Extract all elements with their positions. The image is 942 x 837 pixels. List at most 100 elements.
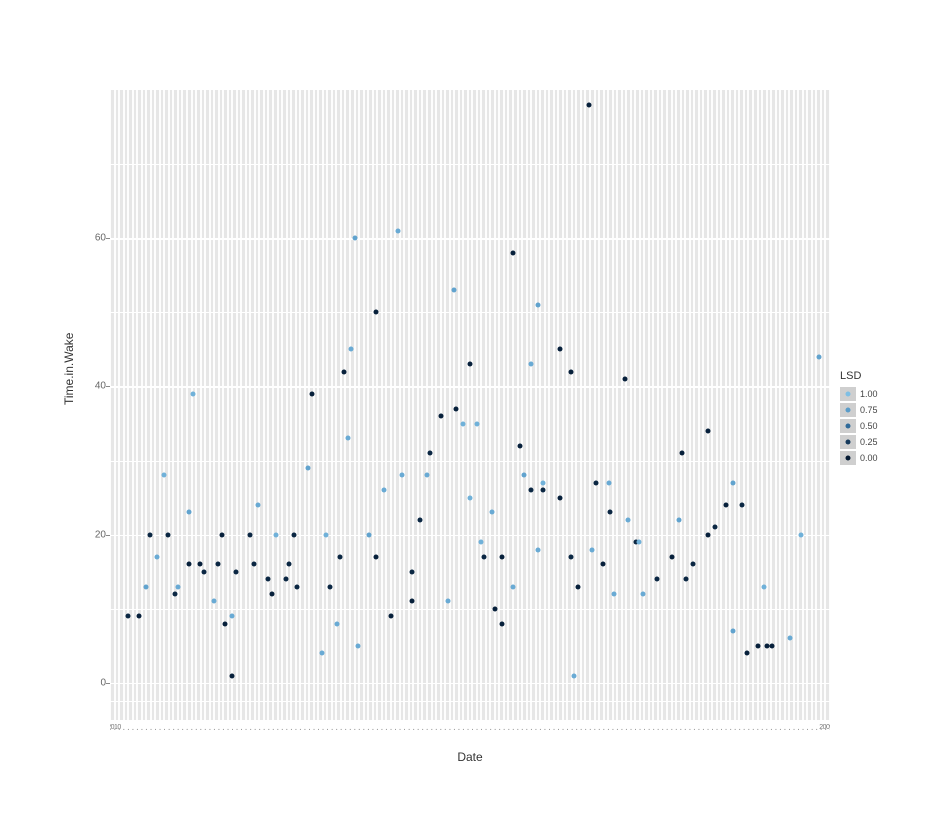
- data-point: [680, 451, 685, 456]
- x-tick-mark: ·: [466, 724, 469, 735]
- v-gridline: [747, 90, 749, 720]
- x-tick-mark: ·: [430, 724, 433, 735]
- x-tick-mark: ·: [240, 724, 243, 735]
- v-gridline: [634, 90, 636, 720]
- v-gridline: [326, 90, 328, 720]
- x-tick-mark: ·: [598, 724, 601, 735]
- v-gridline: [548, 90, 550, 720]
- v-gridline: [671, 90, 673, 720]
- data-point: [500, 554, 505, 559]
- v-gridline: [652, 90, 654, 720]
- plot-area: [110, 90, 830, 720]
- x-tick-mark: ·: [299, 724, 302, 735]
- data-point: [475, 421, 480, 426]
- data-point: [284, 577, 289, 582]
- legend-label: 0.75: [860, 405, 878, 415]
- data-point: [424, 473, 429, 478]
- x-tick-mark: ·: [326, 724, 329, 735]
- v-gridline: [553, 90, 555, 720]
- x-tick-strip: ········································…: [110, 724, 830, 738]
- data-point: [219, 532, 224, 537]
- legend-row: 0.75: [840, 402, 895, 418]
- x-tick-mark: ·: [738, 724, 741, 735]
- x-tick-mark: ·: [675, 724, 678, 735]
- x-tick-mark: ·: [484, 724, 487, 735]
- y-tick-mark: [106, 386, 110, 387]
- x-tick-mark: ·: [747, 724, 750, 735]
- v-gridline: [163, 90, 165, 720]
- data-point: [266, 577, 271, 582]
- data-point: [817, 354, 822, 359]
- v-gridline: [421, 90, 423, 720]
- x-tick-mark: ·: [163, 724, 166, 735]
- v-gridline: [716, 90, 718, 720]
- v-gridline: [313, 90, 315, 720]
- data-point: [608, 510, 613, 515]
- x-tick-mark: ·: [131, 724, 134, 735]
- v-gridline: [431, 90, 433, 720]
- v-gridline: [625, 90, 627, 720]
- v-gridline: [204, 90, 206, 720]
- v-gridline: [258, 90, 260, 720]
- x-tick-mark: ·: [285, 724, 288, 735]
- data-point: [270, 592, 275, 597]
- x-tick-mark: ·: [584, 724, 587, 735]
- x-tick-mark: ·: [385, 724, 388, 735]
- x-tick-mark: ·: [806, 724, 809, 735]
- data-point: [669, 554, 674, 559]
- x-tick-mark: ·: [172, 724, 175, 735]
- x-tick-mark: ·: [733, 724, 736, 735]
- data-point: [428, 451, 433, 456]
- x-tick-mark: ·: [208, 724, 211, 735]
- data-point: [606, 480, 611, 485]
- data-point: [568, 369, 573, 374]
- x-tick-mark: ·: [589, 724, 592, 735]
- data-point: [381, 488, 386, 493]
- x-tick-mark: ·: [475, 724, 478, 735]
- data-point: [590, 547, 595, 552]
- x-tick-mark: ·: [815, 724, 818, 735]
- x-tick-mark: ·: [140, 724, 143, 735]
- data-point: [410, 599, 415, 604]
- x-tick-mark: ·: [394, 724, 397, 735]
- data-point: [252, 562, 257, 567]
- x-tick-mark: ·: [367, 724, 370, 735]
- v-gridline: [580, 90, 582, 720]
- v-gridline: [539, 90, 541, 720]
- x-tick-mark: ·: [752, 724, 755, 735]
- v-gridline: [240, 90, 242, 720]
- v-gridline: [607, 90, 609, 720]
- v-gridline: [621, 90, 623, 720]
- v-gridline: [195, 90, 197, 720]
- data-point: [374, 554, 379, 559]
- v-gridline: [349, 90, 351, 720]
- x-tick-mark: ·: [706, 724, 709, 735]
- v-gridline: [317, 90, 319, 720]
- v-gridline: [598, 90, 600, 720]
- data-point: [144, 584, 149, 589]
- h-gridline: [110, 164, 830, 165]
- v-gridline: [453, 90, 455, 720]
- x-tick-mark: ·: [688, 724, 691, 735]
- v-gridline: [354, 90, 356, 720]
- v-gridline: [788, 90, 790, 720]
- x-tick-mark: ·: [231, 724, 234, 735]
- v-gridline: [820, 90, 822, 720]
- y-tick-mark: [106, 238, 110, 239]
- v-gridline: [594, 90, 596, 720]
- h-gridline: [110, 535, 830, 537]
- data-point: [705, 428, 710, 433]
- v-gridline: [191, 90, 193, 720]
- v-gridline: [494, 90, 496, 720]
- x-tick-mark: ·: [783, 724, 786, 735]
- y-tick-mark: [106, 683, 110, 684]
- v-gridline: [702, 90, 704, 720]
- x-tick-mark: ·: [602, 724, 605, 735]
- data-point: [518, 443, 523, 448]
- v-gridline: [661, 90, 663, 720]
- v-gridline: [159, 90, 161, 720]
- x-tick-mark: ·: [711, 724, 714, 735]
- v-gridline: [612, 90, 614, 720]
- x-tick-mark: ·: [330, 724, 333, 735]
- data-point: [338, 554, 343, 559]
